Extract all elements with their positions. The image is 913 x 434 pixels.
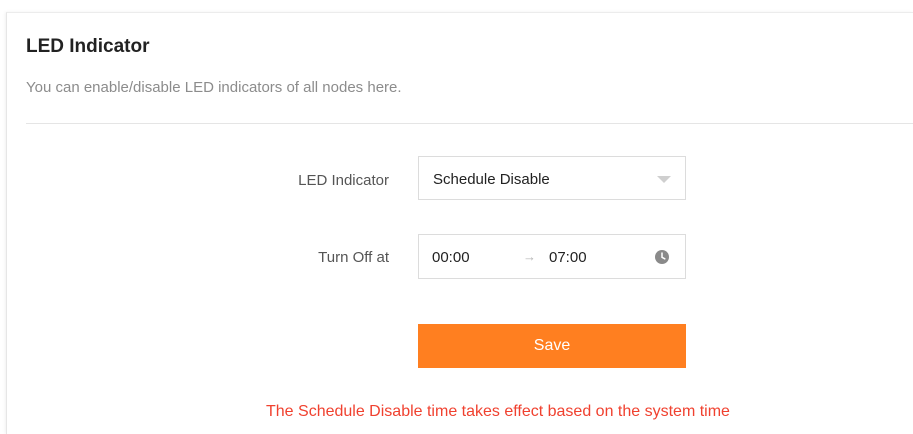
turn-off-time-range[interactable]: 00:00 → 07:00 <box>418 234 686 279</box>
turn-off-label: Turn Off at <box>318 249 389 266</box>
time-range-separator: → <box>523 249 536 264</box>
save-button[interactable]: Save <box>418 324 686 368</box>
divider <box>26 123 913 124</box>
page-description: You can enable/disable LED indicators of… <box>26 79 402 96</box>
clock-icon[interactable] <box>654 249 670 265</box>
led-indicator-panel: LED Indicator You can enable/disable LED… <box>6 12 913 434</box>
page-title: LED Indicator <box>26 36 150 57</box>
schedule-notice: The Schedule Disable time takes effect b… <box>266 403 730 420</box>
led-indicator-select[interactable]: Schedule Disable <box>418 156 686 200</box>
led-indicator-label: LED Indicator <box>298 172 389 189</box>
start-time-input[interactable]: 00:00 <box>432 249 470 266</box>
chevron-down-icon <box>657 176 671 183</box>
end-time-input[interactable]: 07:00 <box>549 249 587 266</box>
led-indicator-select-value: Schedule Disable <box>433 171 550 188</box>
